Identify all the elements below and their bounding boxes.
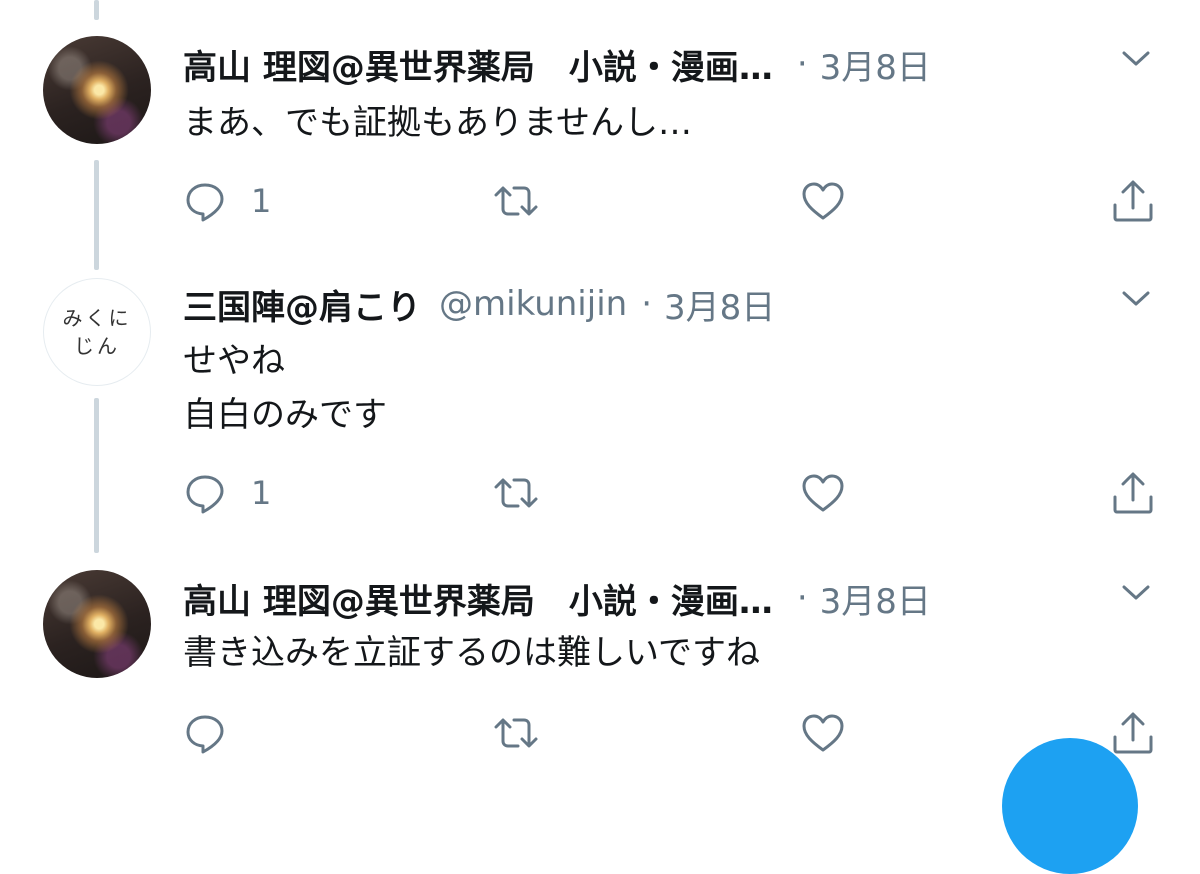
compose-button[interactable]: [1002, 738, 1138, 874]
reply-count: 1: [251, 474, 272, 512]
share-button[interactable]: [1110, 176, 1156, 226]
reply-button[interactable]: 1: [183, 468, 271, 518]
like-button[interactable]: [800, 468, 846, 518]
tweet-text: まあ、でも証拠もありませんし…: [183, 96, 692, 150]
retweet-button[interactable]: [492, 176, 540, 226]
tweet-text-line: まあ、でも証拠もありませんし…: [183, 103, 692, 143]
chevron-down-icon[interactable]: [1118, 580, 1154, 604]
tweet-text-line: 自白のみです: [183, 395, 387, 435]
avatar-text: じん: [74, 334, 120, 358]
tweet-text-line: 書き込みを立証するのは難しいですね: [183, 633, 760, 673]
tweet-header: 三国陣@肩こり @mikunijin · 3月8日: [183, 280, 775, 329]
tweet-text-line: せやね: [183, 341, 285, 381]
chevron-down-icon[interactable]: [1118, 46, 1154, 70]
reply-count: 1: [251, 182, 272, 220]
separator-dot: ·: [796, 578, 808, 618]
avatar[interactable]: みくに じん: [43, 278, 151, 386]
avatar[interactable]: [43, 570, 151, 678]
retweet-icon: [494, 718, 538, 748]
heart-icon: [802, 474, 844, 512]
retweet-icon: [494, 186, 538, 216]
tweet-actions: 1: [0, 468, 1200, 518]
tweet-actions: [0, 708, 1200, 758]
separator-dot: ·: [641, 284, 653, 324]
timestamp[interactable]: 3月8日: [820, 40, 931, 89]
tweet-header: 高山 理図@異世界薬局 小説・漫画… · 3月8日: [183, 574, 931, 623]
like-button[interactable]: [800, 176, 846, 226]
retweet-button[interactable]: [492, 708, 540, 758]
like-button[interactable]: [800, 708, 846, 758]
retweet-icon: [494, 478, 538, 508]
reply-icon: [186, 183, 224, 222]
reply-icon: [186, 475, 224, 514]
display-name[interactable]: 高山 理図@異世界薬局 小説・漫画…: [183, 574, 773, 623]
tweet[interactable]: 高山 理図@異世界薬局 小説・漫画… · 3月8日 まあ、でも証拠もありませんし…: [0, 0, 1200, 260]
reply-icon: [186, 715, 224, 754]
tweet-text: せやね 自白のみです: [183, 334, 387, 442]
separator-dot: ·: [796, 44, 808, 84]
avatar[interactable]: [43, 36, 151, 144]
display-name[interactable]: 三国陣@肩こり: [183, 280, 421, 329]
share-icon: [1113, 180, 1153, 222]
tweet[interactable]: みくに じん 三国陣@肩こり @mikunijin · 3月8日 せやね 自白の…: [0, 260, 1200, 560]
reply-button[interactable]: [183, 708, 251, 758]
tweet-actions: 1: [0, 176, 1200, 226]
username[interactable]: @mikunijin: [439, 284, 627, 324]
tweet-text: 書き込みを立証するのは難しいですね: [183, 626, 760, 680]
heart-icon: [802, 182, 844, 220]
retweet-button[interactable]: [492, 468, 540, 518]
avatar-text: みくに: [62, 306, 132, 330]
timestamp[interactable]: 3月8日: [820, 574, 931, 623]
share-button[interactable]: [1110, 708, 1156, 758]
timestamp[interactable]: 3月8日: [664, 280, 775, 329]
reply-button[interactable]: 1: [183, 176, 271, 226]
share-icon: [1113, 712, 1153, 754]
share-button[interactable]: [1110, 468, 1156, 518]
heart-icon: [802, 714, 844, 752]
tweet[interactable]: 高山 理図@異世界薬局 小説・漫画… · 3月8日 書き込みを立証するのは難しい…: [0, 560, 1200, 771]
share-icon: [1113, 472, 1153, 514]
tweet-header: 高山 理図@異世界薬局 小説・漫画… · 3月8日: [183, 40, 931, 89]
display-name[interactable]: 高山 理図@異世界薬局 小説・漫画…: [183, 40, 773, 89]
chevron-down-icon[interactable]: [1118, 286, 1154, 310]
